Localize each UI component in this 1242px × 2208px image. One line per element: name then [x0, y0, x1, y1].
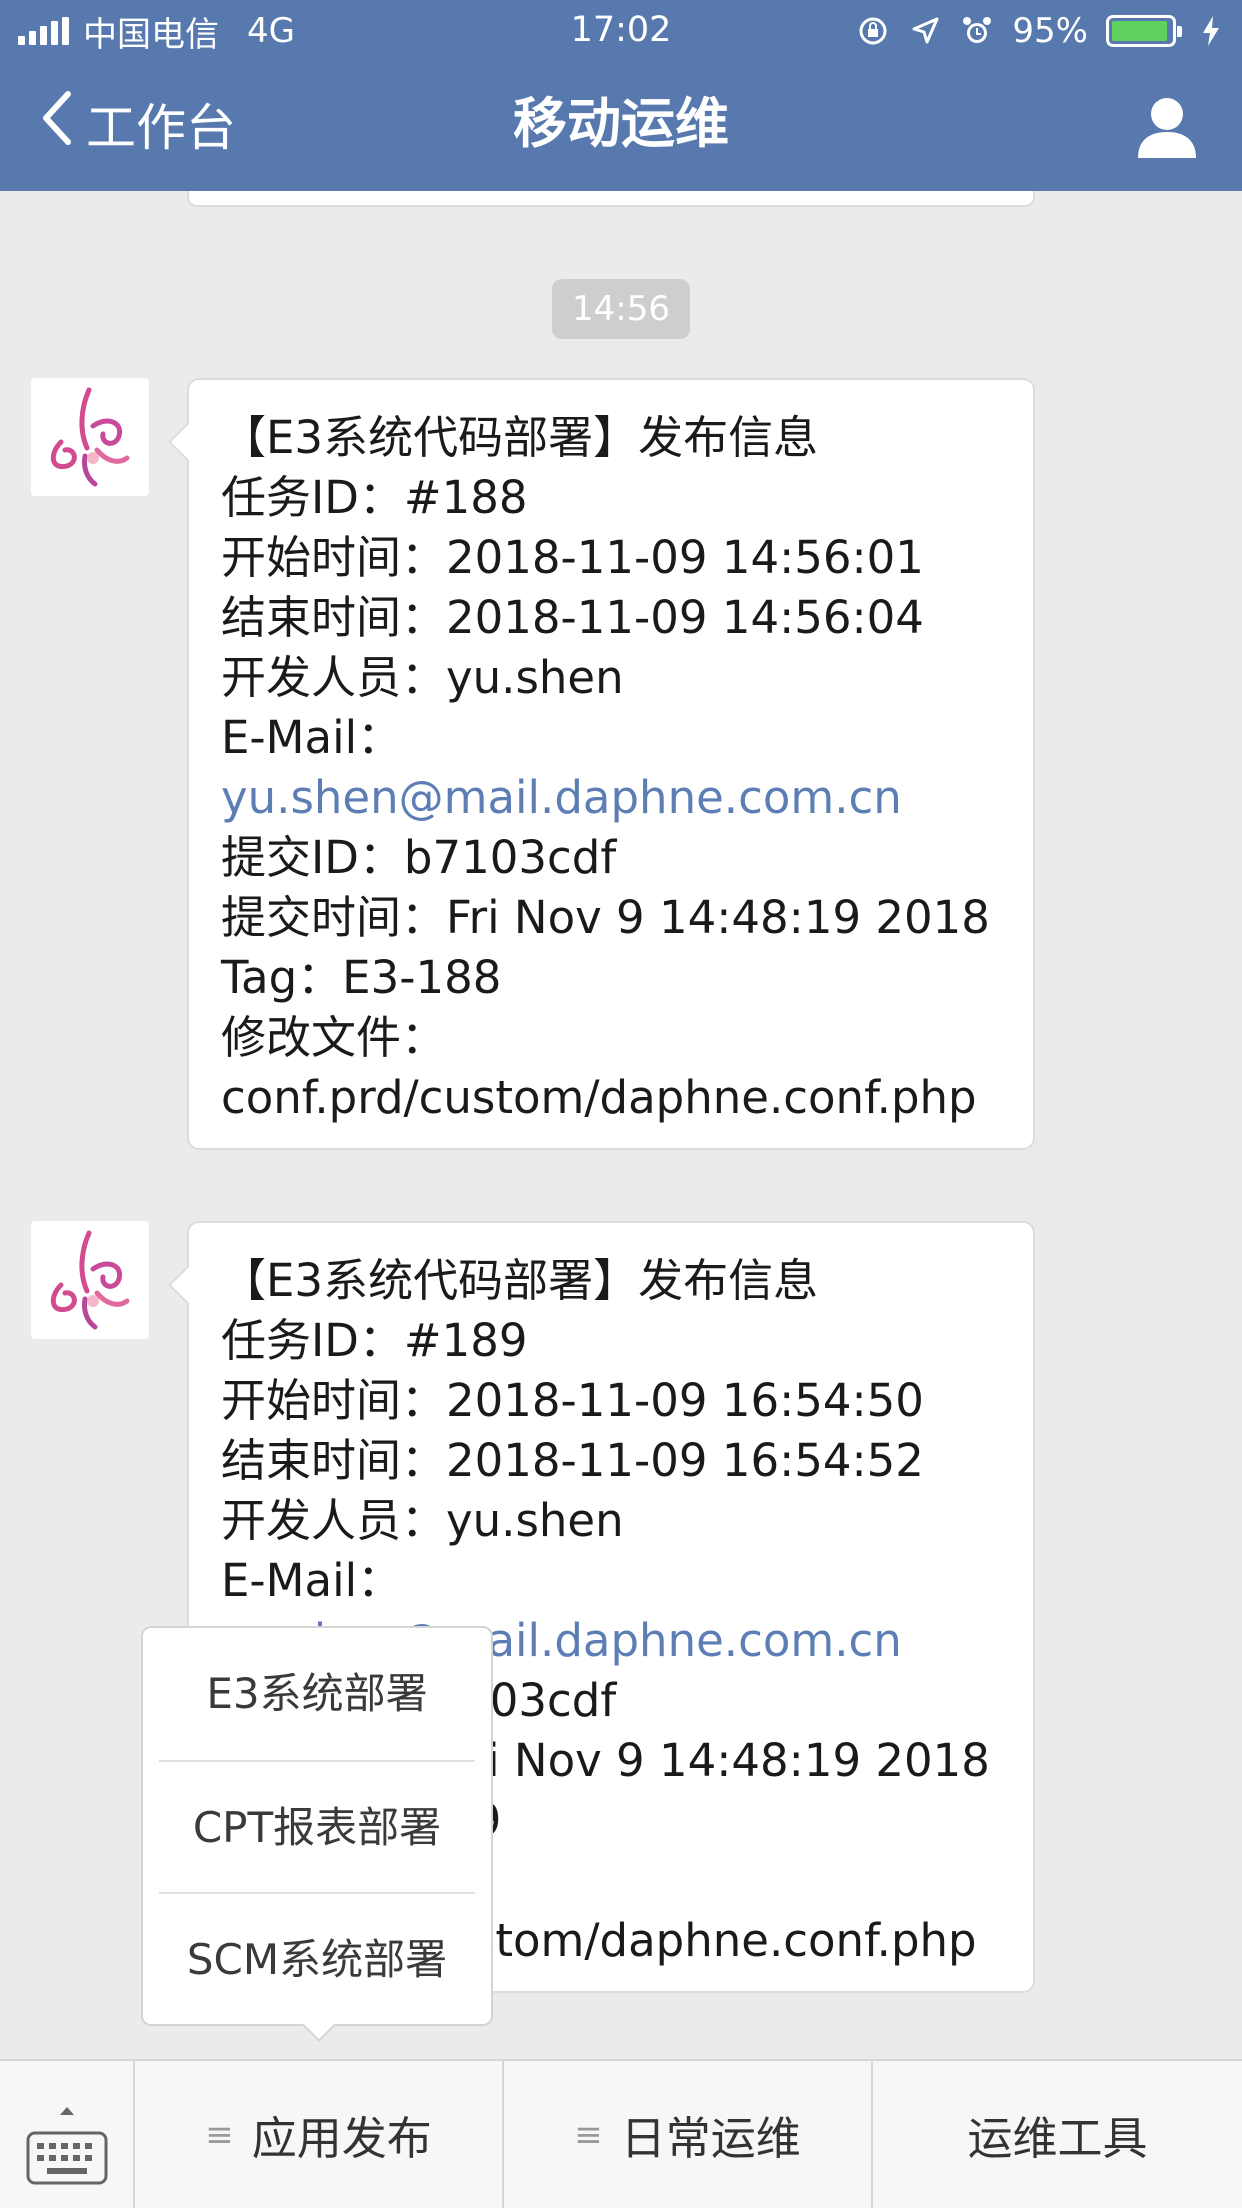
- task-id: 任务ID：#189: [221, 1314, 528, 1367]
- timestamp-chip: 14:56: [552, 279, 690, 339]
- status-bar: 中国电信 4G 17:02 95%: [0, 0, 1242, 62]
- end-time: 结束时间：2018-11-09 16:54:52: [221, 1434, 924, 1487]
- list-icon: ≡: [205, 2114, 234, 2155]
- orientation-lock-icon: [856, 14, 890, 48]
- start-time: 开始时间：2018-11-09 14:56:01: [221, 531, 924, 584]
- commit-id: 提交ID：b7103cdf: [221, 831, 617, 884]
- email-label: E-Mail：: [221, 711, 403, 764]
- deploy-popup-menu: E3系统部署 CPT报表部署 SCM系统部署: [141, 1626, 493, 2026]
- daphne-logo: [50, 387, 130, 487]
- tab-daily-ops[interactable]: ≡ 日常运维: [502, 2061, 871, 2208]
- developer: 开发人员：yu.shen: [221, 651, 624, 704]
- previous-message-bubble[interactable]: [187, 191, 1035, 207]
- sender-avatar[interactable]: [31, 378, 149, 496]
- message-title: 【E3系统代码部署】发布信息: [221, 1254, 819, 1307]
- bottom-menu-bar: ≡ 应用发布 ≡ 日常运维 运维工具: [0, 2059, 1242, 2208]
- back-label: 工作台: [86, 99, 236, 157]
- commit-time: 提交时间：Fri Nov 9 14:48:19 2018: [221, 891, 990, 944]
- task-id: 任务ID：#188: [221, 471, 528, 524]
- back-button[interactable]: 工作台: [40, 88, 236, 160]
- menu-item-scm-deploy[interactable]: SCM系统部署: [159, 1892, 475, 2024]
- tag: Tag：E3-188: [221, 951, 502, 1004]
- location-icon: [908, 14, 942, 48]
- keyboard-toggle-button[interactable]: [0, 2061, 133, 2208]
- app-header: 中国电信 4G 17:02 95% 工作台 移动运维: [0, 0, 1242, 191]
- sender-avatar[interactable]: [31, 1221, 149, 1339]
- list-icon: ≡: [574, 2114, 603, 2155]
- battery-percent: 95%: [1012, 11, 1088, 51]
- daphne-logo: [50, 1230, 130, 1330]
- menu-item-cpt-deploy[interactable]: CPT报表部署: [159, 1760, 475, 1892]
- tab-app-release[interactable]: ≡ 应用发布: [133, 2061, 502, 2208]
- chevron-left-icon: [40, 90, 72, 158]
- user-icon[interactable]: [1132, 92, 1202, 162]
- keyboard-icon: [26, 2131, 108, 2196]
- battery-icon: [1106, 15, 1182, 47]
- start-time: 开始时间：2018-11-09 16:54:50: [221, 1374, 924, 1427]
- developer: 开发人员：yu.shen: [221, 1494, 624, 1547]
- tab-label: 运维工具: [967, 2112, 1148, 2165]
- modified-file: conf.prd/custom/daphne.conf.php: [221, 1071, 977, 1124]
- charging-icon: [1194, 14, 1228, 48]
- email-label: E-Mail：: [221, 1554, 403, 1607]
- message-title: 【E3系统代码部署】发布信息: [221, 411, 819, 464]
- message-bubble[interactable]: 【E3系统代码部署】发布信息 任务ID：#188 开始时间：2018-11-09…: [187, 378, 1035, 1150]
- status-right: 95%: [856, 10, 1228, 52]
- tab-label: 应用发布: [251, 2112, 432, 2165]
- email-link[interactable]: yu.shen@mail.daphne.com.cn: [221, 768, 1003, 828]
- modified-files-label: 修改文件：: [221, 1011, 447, 1064]
- menu-item-e3-deploy[interactable]: E3系统部署: [159, 1628, 475, 1760]
- tab-label: 日常运维: [620, 2112, 801, 2165]
- chevron-up-icon: [59, 2074, 75, 2127]
- nav-bar: 工作台 移动运维: [0, 62, 1242, 191]
- tab-ops-tools[interactable]: 运维工具: [871, 2061, 1242, 2208]
- alarm-icon: [960, 14, 994, 48]
- end-time: 结束时间：2018-11-09 14:56:04: [221, 591, 924, 644]
